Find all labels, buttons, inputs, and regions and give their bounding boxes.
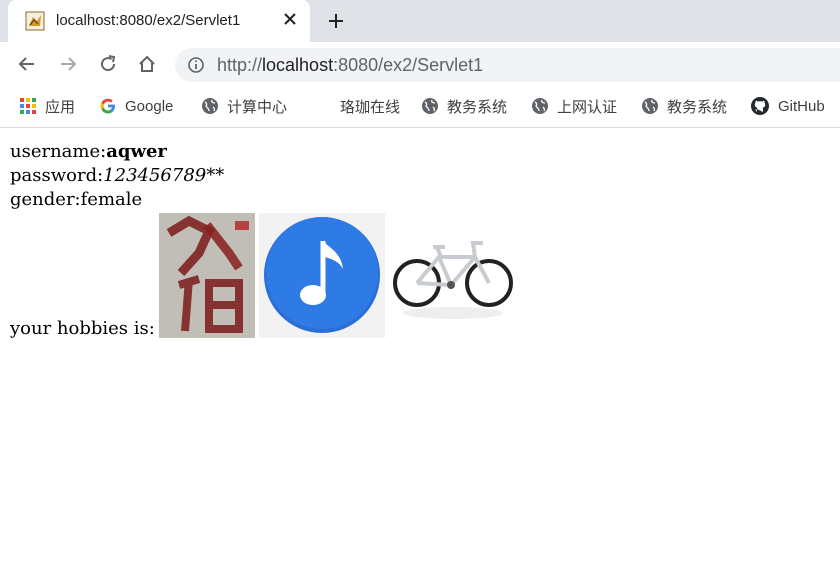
bookmark-computing-center[interactable]: 计算中心 (201, 96, 287, 116)
hobbies-label: your hobbies is: (10, 318, 155, 339)
info-icon[interactable] (187, 56, 205, 74)
chrome-divider (0, 127, 840, 128)
bookmark-label: 应用 (45, 98, 76, 116)
music-note-image (258, 213, 385, 338)
globe-icon (642, 98, 658, 114)
username-value: aqwer (106, 141, 167, 162)
bookmark-apps[interactable]: 应用 (19, 96, 75, 116)
gender-value: female (80, 189, 143, 210)
globe-icon (532, 98, 548, 114)
bookmark-label: 上网认证 (557, 98, 618, 116)
bookmark-label: GitHub (778, 97, 825, 115)
page-content: username:aqwer password:123456789** gend… (10, 140, 518, 338)
bookmark-github[interactable]: GitHub (750, 96, 825, 116)
tab-active[interactable]: localhost:8080/ex2/Servlet1 (8, 0, 310, 42)
username-line: username:aqwer (10, 140, 518, 164)
url-path: :8080/ex2/Servlet1 (333, 55, 484, 75)
globe-icon (422, 98, 438, 114)
toolbar: http://localhost:8080/ex2/Servlet1 (0, 42, 840, 86)
bookmark-label: 珞珈在线 (340, 98, 401, 116)
password-label: password: (10, 165, 104, 186)
bookmark-academic-system-2[interactable]: 教务系统 (641, 96, 727, 116)
tab-strip: localhost:8080/ex2/Servlet1 (0, 0, 840, 42)
bookmark-academic-system-1[interactable]: 教务系统 (421, 96, 507, 116)
bookmark-label: 教务系统 (667, 98, 728, 116)
password-suffix: ** (206, 165, 225, 186)
bookmark-label: 教务系统 (447, 98, 508, 116)
gender-line: gender:female (10, 188, 518, 212)
home-icon[interactable] (135, 52, 159, 76)
tab-title: localhost:8080/ex2/Servlet1 (56, 12, 241, 29)
url-host: localhost (262, 55, 334, 75)
apps-grid-icon (20, 98, 36, 114)
url-text[interactable]: http://localhost:8080/ex2/Servlet1 (217, 55, 483, 76)
calligraphy-image (158, 213, 255, 338)
google-icon (100, 98, 115, 114)
gender-label: gender: (10, 189, 81, 210)
bicycle-image (388, 213, 518, 338)
back-arrow-icon[interactable] (15, 52, 39, 76)
bookmark-network-auth[interactable]: 上网认证 (531, 96, 617, 116)
bookmark-luojia-online[interactable]: 珞珈在线 (332, 96, 400, 116)
reload-icon[interactable] (96, 52, 120, 76)
username-label: username: (10, 141, 107, 162)
tomcat-favicon-icon (25, 11, 45, 31)
address-bar[interactable]: http://localhost:8080/ex2/Servlet1 (175, 48, 840, 82)
password-value: 123456789 (103, 165, 207, 186)
url-scheme: http:// (217, 55, 263, 75)
bookmark-label: 计算中心 (227, 98, 288, 116)
bookmarks-bar: 应用 Google 计算中心 珞珈在线 教务系统 上网认证 教务系统 GitHu… (0, 86, 840, 126)
browser-chrome: localhost:8080/ex2/Servlet1 http://local… (0, 0, 840, 128)
bookmark-google[interactable]: Google (99, 96, 173, 116)
password-line: password:123456789** (10, 164, 518, 188)
globe-icon (202, 98, 218, 114)
new-tab-plus-icon[interactable] (326, 11, 346, 31)
forward-arrow-icon[interactable] (56, 52, 80, 76)
github-icon (751, 97, 769, 115)
bookmark-label: Google (125, 97, 174, 115)
close-icon[interactable] (282, 11, 298, 27)
hobbies-line: your hobbies is: (10, 212, 518, 338)
